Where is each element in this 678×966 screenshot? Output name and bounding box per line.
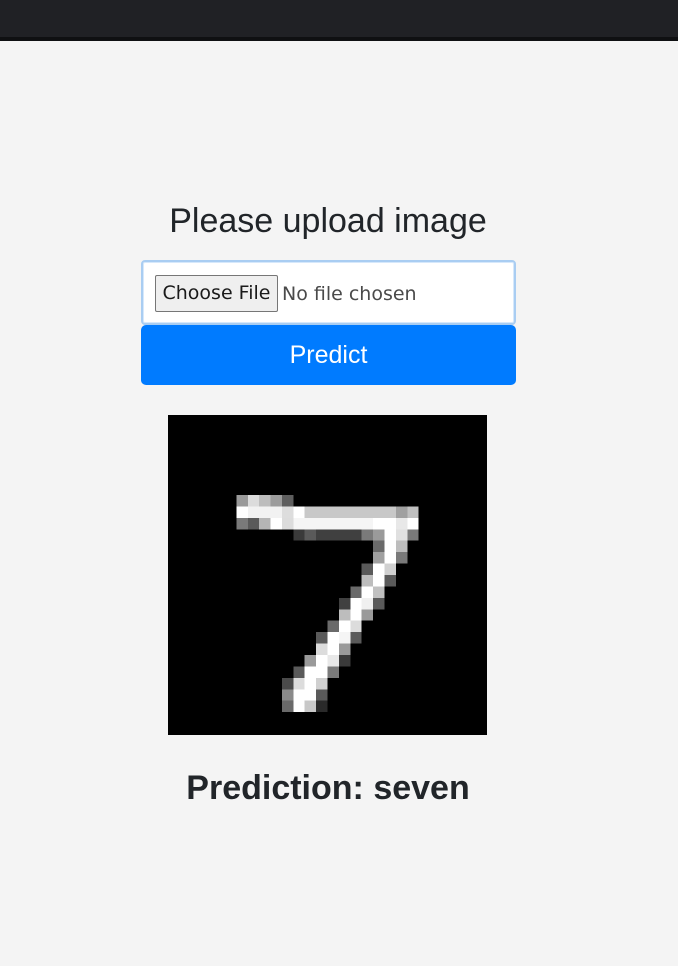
file-status-text: No file chosen: [282, 283, 417, 305]
predict-button[interactable]: Predict: [141, 325, 516, 385]
digit-seven-image: [168, 415, 487, 735]
top-bar: [0, 0, 678, 41]
prediction-label: Prediction:: [186, 769, 364, 807]
digit-image: [168, 415, 487, 735]
prediction-text: Prediction: seven: [0, 766, 656, 810]
page-title: Please upload image: [169, 202, 487, 240]
prediction-value: seven: [373, 769, 470, 807]
choose-file-button[interactable]: Choose File: [155, 275, 278, 312]
file-input[interactable]: Choose File No file chosen: [141, 260, 516, 325]
